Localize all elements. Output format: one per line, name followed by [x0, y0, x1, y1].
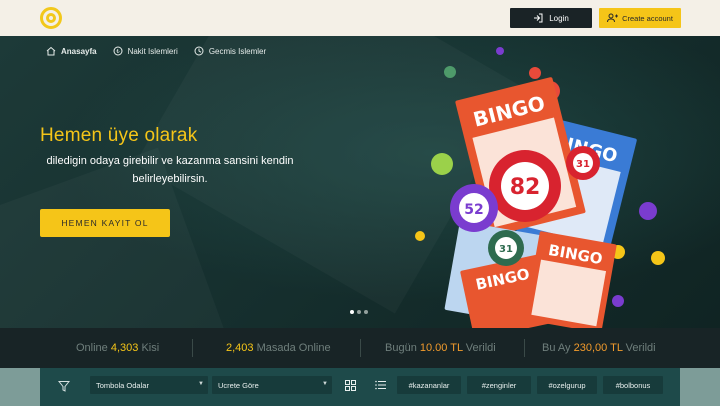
coin-icon: ₺	[113, 46, 123, 56]
decor-dot	[529, 67, 541, 79]
nav-item-gecmis-islemler[interactable]: Gecmis Islemler	[194, 46, 266, 56]
room-select[interactable]: Tombola Odalar ▼	[90, 376, 208, 394]
hero-subtitle: diledigin odaya girebilir ve kazanma san…	[46, 155, 294, 185]
create-account-label: Create account	[622, 13, 673, 23]
decor-dot	[431, 153, 453, 175]
login-label: Login	[549, 13, 569, 23]
ball-52: 52	[450, 184, 498, 232]
ball-82: 82	[489, 150, 561, 222]
list-icon	[374, 380, 386, 390]
create-account-button[interactable]: Create account	[599, 8, 681, 28]
clock-icon	[194, 46, 204, 56]
carousel-dot[interactable]	[364, 310, 368, 314]
svg-text:82: 82	[510, 175, 541, 200]
divider	[524, 339, 525, 357]
tag-zenginler[interactable]: #zenginler	[467, 376, 531, 394]
list-view-button[interactable]	[370, 376, 390, 394]
carousel-dot[interactable]	[357, 310, 361, 314]
caret-down-icon: ▼	[198, 381, 204, 387]
nav-label: Gecmis Islemler	[208, 46, 267, 56]
tag-kazananlar[interactable]: #kazananlar	[397, 376, 461, 394]
top-bar: Login Create account	[0, 0, 720, 36]
hero-banner: Anasayfa ₺ Nakit Islemleri Gecmis Isleml…	[0, 36, 720, 328]
tag-bolbonus[interactable]: #bolbonus	[603, 376, 663, 394]
main-nav: Anasayfa ₺ Nakit Islemleri Gecmis Isleml…	[46, 46, 266, 56]
filter-panel: Tombola Odalar ▼ Ucrete Göre ▼ #kazananl…	[40, 368, 680, 406]
nav-label: Anasayfa	[61, 46, 97, 56]
grid-icon	[344, 379, 356, 391]
bingo-card-red: BINGO	[524, 231, 617, 328]
decor-dot	[496, 47, 504, 55]
decor-dot	[415, 231, 425, 241]
nav-label: Nakit Islemleri	[127, 46, 178, 56]
caret-down-icon: ▼	[322, 381, 328, 387]
add-user-icon	[607, 13, 619, 23]
divider	[192, 339, 193, 357]
stat-month: Bu Ay 230,00 TL Verildi	[542, 342, 656, 354]
bingo-illustration: BINGO BINGO BINGO BINGO 82	[415, 47, 665, 328]
ball-31-bottom: 31	[488, 230, 524, 266]
decor-dot	[612, 295, 624, 307]
home-icon	[46, 46, 56, 56]
login-button[interactable]: Login	[510, 8, 592, 28]
price-select[interactable]: Ucrete Göre ▼	[212, 376, 332, 394]
stats-bar: Online 4,303 Kisi 2,403 Masada Online Bu…	[0, 328, 720, 368]
ball-31-top: 31	[566, 146, 600, 180]
login-icon	[534, 13, 543, 23]
divider	[360, 339, 361, 357]
nav-item-anasayfa[interactable]: Anasayfa	[46, 46, 97, 56]
stat-tables: 2,403 Masada Online	[226, 342, 331, 354]
svg-text:31: 31	[576, 159, 590, 170]
decor-dot	[639, 202, 657, 220]
hero-title: Hemen üye olarak	[40, 125, 198, 146]
grid-view-button[interactable]	[340, 376, 360, 394]
filter-icon[interactable]	[58, 380, 70, 392]
stat-today: Bugün 10.00 TL Verildi	[385, 342, 496, 354]
tag-ozelgurup[interactable]: #ozelgurup	[537, 376, 597, 394]
carousel-dot[interactable]	[350, 310, 354, 314]
nav-item-nakit-islemleri[interactable]: ₺ Nakit Islemleri	[113, 46, 178, 56]
svg-text:31: 31	[499, 244, 513, 255]
register-button[interactable]: HEMEN KAYIT OL	[40, 209, 170, 237]
decor-dot	[651, 251, 665, 265]
carousel-dots	[350, 310, 368, 314]
stat-online: Online 4,303 Kisi	[76, 342, 160, 354]
filter-bar: Tombola Odalar ▼ Ucrete Göre ▼ #kazananl…	[0, 368, 720, 406]
svg-text:52: 52	[464, 202, 483, 218]
logo-icon[interactable]	[40, 7, 62, 29]
decor-dot	[444, 66, 456, 78]
